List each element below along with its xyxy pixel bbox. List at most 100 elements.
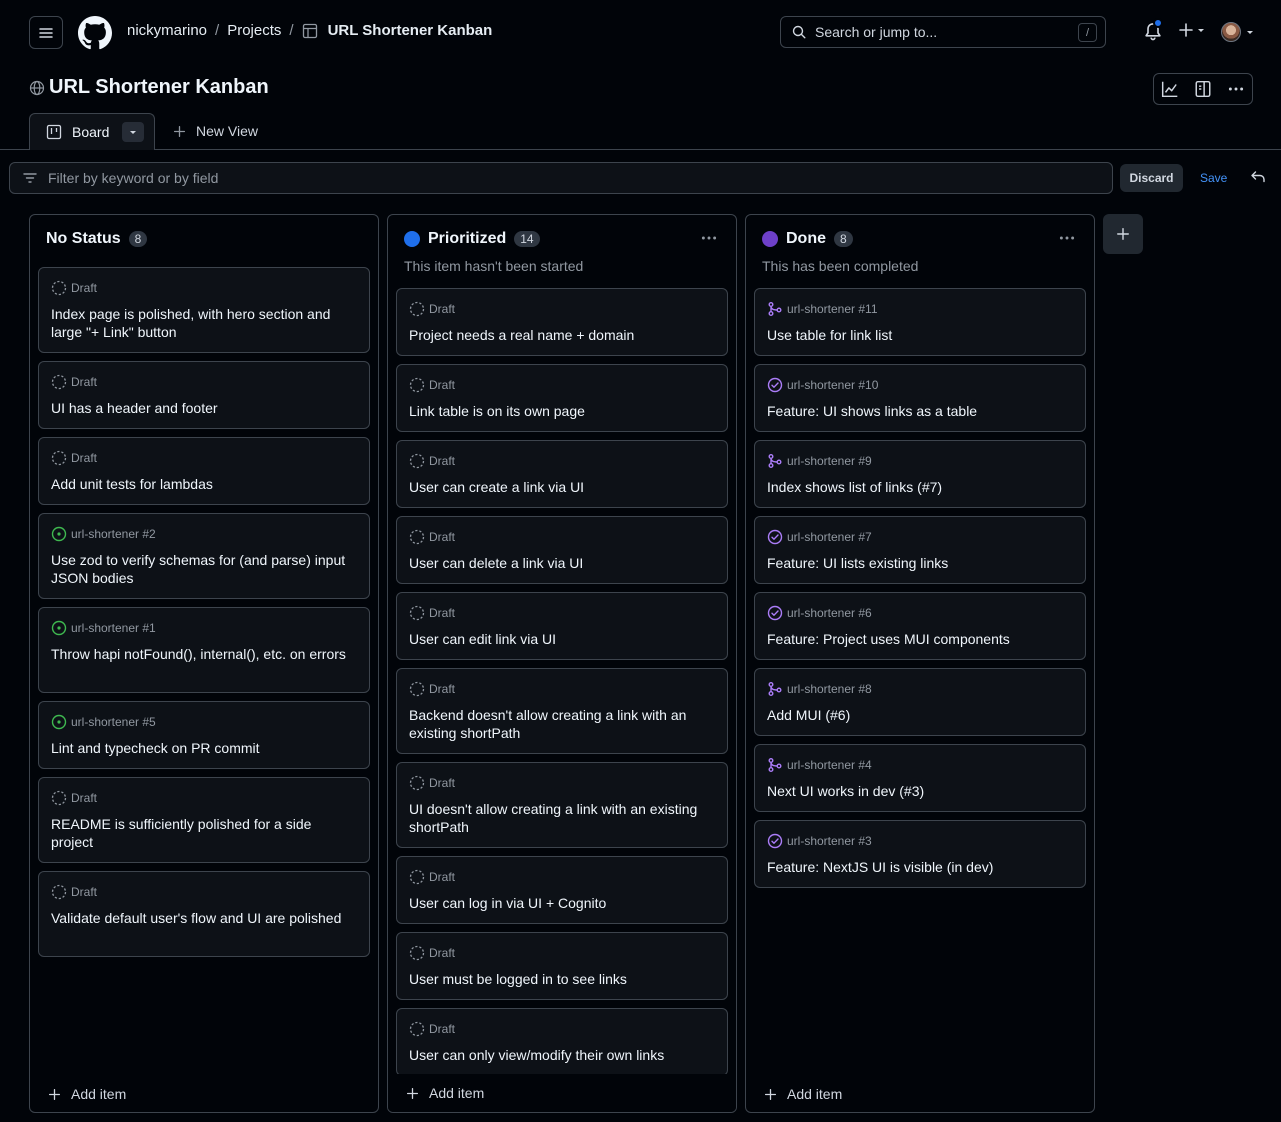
item-card[interactable]: Draft UI doesn't allow creating a link wi… [396, 762, 728, 848]
add-item-button[interactable]: Add item [764, 1086, 842, 1102]
card-title[interactable]: User can delete a link via UI [409, 554, 715, 572]
item-card[interactable]: Draft Add unit tests for lambdas [38, 437, 370, 505]
card-meta: url-shortener #8 [767, 681, 1073, 697]
item-card[interactable]: url-shortener #8 Add MUI (#6) [754, 668, 1086, 736]
more-options-icon [701, 236, 717, 240]
save-button[interactable]: Save [1200, 171, 1227, 185]
item-card[interactable]: Draft User can delete a link via UI [396, 516, 728, 584]
item-card[interactable]: Draft User can create a link via UI [396, 440, 728, 508]
item-card[interactable]: Draft Index page is polished, with hero s… [38, 267, 370, 353]
item-card[interactable]: Draft Link table is on its own page [396, 364, 728, 432]
card-title[interactable]: User can log in via UI + Cognito [409, 894, 715, 912]
more-options-icon[interactable] [1227, 80, 1245, 98]
add-item-button[interactable]: Add item [48, 1086, 126, 1102]
filter-input[interactable]: Filter by keyword or by field [9, 162, 1113, 194]
item-card[interactable]: url-shortener #1 Throw hapi notFound(), i… [38, 607, 370, 693]
card-title[interactable]: Next UI works in dev (#3) [767, 782, 1073, 800]
item-card[interactable]: url-shortener #11 Use table for link list [754, 288, 1086, 356]
closed-issue-icon [767, 377, 783, 393]
discard-button[interactable]: Discard [1120, 164, 1183, 192]
breadcrumb-owner-link[interactable]: nickymarino [127, 22, 207, 39]
sidebar-panel-icon[interactable] [1194, 80, 1212, 98]
user-menu-button[interactable] [1221, 22, 1255, 42]
search-input[interactable]: Search or jump to... / [780, 16, 1106, 48]
create-new-button[interactable] [1178, 22, 1206, 38]
card-meta: Draft [409, 605, 715, 621]
card-meta-label: url-shortener #5 [71, 715, 156, 729]
item-card[interactable]: url-shortener #6 Feature: Project uses MU… [754, 592, 1086, 660]
card-title[interactable]: User can create a link via UI [409, 478, 715, 496]
item-card[interactable]: Draft README is sufficiently polished for… [38, 777, 370, 863]
card-title[interactable]: User must be logged in to see links [409, 970, 715, 988]
breadcrumb-projects-link[interactable]: Projects [227, 22, 281, 39]
notifications-button[interactable] [1143, 18, 1163, 42]
item-card[interactable]: Draft User can log in via UI + Cognito [396, 856, 728, 924]
tab-board-label: Board [72, 124, 110, 140]
item-card[interactable]: Draft Validate default user's flow and UI… [38, 871, 370, 957]
more-options-icon [1059, 236, 1075, 240]
card-title[interactable]: Index page is polished, with hero sectio… [51, 305, 357, 341]
card-meta-label: Draft [429, 946, 456, 960]
draft-icon [409, 869, 425, 885]
project-header: URL Shortener Kanban Board New View [0, 65, 1281, 150]
add-item-label: Add item [787, 1086, 843, 1102]
card-title[interactable]: User can only view/modify their own link… [409, 1046, 715, 1064]
tab-board[interactable]: Board [29, 113, 155, 150]
item-card[interactable]: url-shortener #9 Index shows list of link… [754, 440, 1086, 508]
new-view-button[interactable]: New View [173, 123, 258, 139]
item-card[interactable]: url-shortener #4 Next UI works in dev (#3… [754, 744, 1086, 812]
item-card[interactable]: url-shortener #7 Feature: UI lists existi… [754, 516, 1086, 584]
card-title[interactable]: Add unit tests for lambdas [51, 475, 357, 493]
card-title[interactable]: User can edit link via UI [409, 630, 715, 648]
breadcrumb-separator: / [289, 22, 294, 39]
item-card[interactable]: Draft Backend doesn't allow creating a li… [396, 668, 728, 754]
column-menu-button[interactable] [1058, 229, 1076, 247]
item-card[interactable]: Draft User must be logged in to see links [396, 932, 728, 1000]
item-card[interactable]: Draft User can edit link via UI [396, 592, 728, 660]
item-card[interactable]: Draft User can only view/modify their own… [396, 1008, 728, 1076]
hamburger-icon [39, 27, 53, 38]
card-title[interactable]: Project needs a real name + domain [409, 326, 715, 344]
card-title[interactable]: Feature: Project uses MUI components [767, 630, 1073, 648]
item-card[interactable]: url-shortener #3 Feature: NextJS UI is vi… [754, 820, 1086, 888]
card-title[interactable]: Add MUI (#6) [767, 706, 1073, 724]
insights-graph-icon[interactable] [1161, 80, 1179, 98]
globe-icon [29, 80, 45, 95]
card-title[interactable]: Lint and typecheck on PR commit [51, 739, 357, 757]
card-meta: Draft [51, 374, 357, 390]
card-title[interactable]: Index shows list of links (#7) [767, 478, 1073, 496]
card-title[interactable]: Use table for link list [767, 326, 1073, 344]
hamburger-menu-button[interactable] [29, 16, 63, 49]
item-card[interactable]: url-shortener #10 Feature: UI shows links… [754, 364, 1086, 432]
project-actions [1153, 73, 1253, 105]
plus-icon [406, 1087, 419, 1099]
item-card[interactable]: url-shortener #5 Lint and typecheck on PR… [38, 701, 370, 769]
column-header: Done 8 [762, 230, 853, 248]
card-meta-label: url-shortener #11 [787, 302, 878, 316]
github-logo-icon[interactable] [78, 16, 112, 50]
card-title[interactable]: Feature: UI shows links as a table [767, 402, 1073, 420]
project-title-text: URL Shortener Kanban [49, 76, 269, 98]
item-card[interactable]: Draft UI has a header and footer [38, 361, 370, 429]
card-title[interactable]: Feature: NextJS UI is visible (in dev) [767, 858, 1073, 876]
item-card[interactable]: url-shortener #2 Use zod to verify schema… [38, 513, 370, 599]
column-menu-button[interactable] [700, 229, 718, 247]
item-card[interactable]: Draft Project needs a real name + domain [396, 288, 728, 356]
card-title[interactable]: UI doesn't allow creating a link with an… [409, 800, 715, 836]
draft-icon [51, 374, 67, 390]
card-meta-label: url-shortener #6 [787, 606, 872, 620]
card-title[interactable]: README is sufficiently polished for a si… [51, 815, 357, 851]
breadcrumb-project-link[interactable]: URL Shortener Kanban [328, 22, 493, 39]
add-column-button[interactable] [1103, 214, 1143, 254]
view-options-button[interactable] [122, 122, 144, 142]
card-title[interactable]: Throw hapi notFound(), internal(), etc. … [51, 645, 357, 663]
card-title[interactable]: Feature: UI lists existing links [767, 554, 1073, 572]
card-title[interactable]: Use zod to verify schemas for (and parse… [51, 551, 357, 587]
card-title[interactable]: Link table is on its own page [409, 402, 715, 420]
card-title[interactable]: UI has a header and footer [51, 399, 357, 417]
card-title[interactable]: Backend doesn't allow creating a link wi… [409, 706, 715, 742]
card-title[interactable]: Validate default user's flow and UI are … [51, 909, 357, 927]
add-item-button[interactable]: Add item [388, 1074, 736, 1112]
closed-issue-icon [767, 529, 783, 545]
undo-icon[interactable] [1250, 169, 1266, 185]
